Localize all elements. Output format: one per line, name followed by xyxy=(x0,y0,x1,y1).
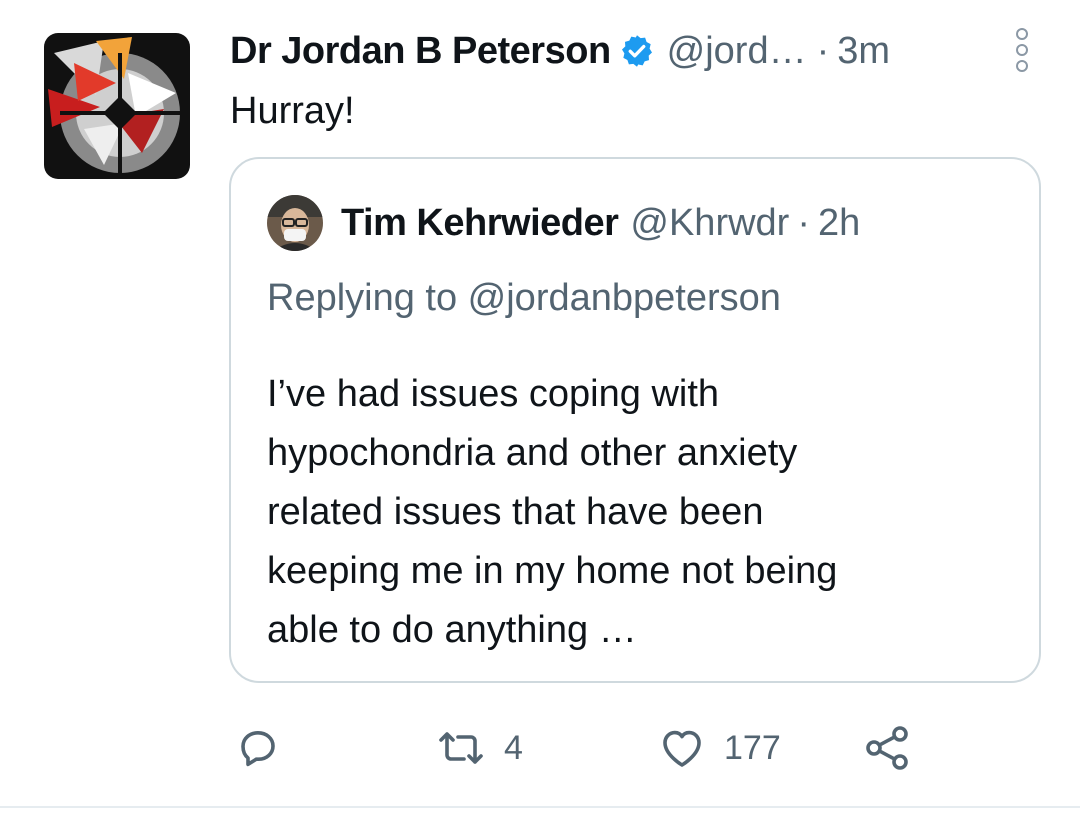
more-options-icon[interactable] xyxy=(1008,26,1036,74)
author-avatar[interactable] xyxy=(44,33,190,179)
heart-icon xyxy=(658,724,706,772)
quoted-tweet-timestamp[interactable]: 2h xyxy=(818,202,860,245)
user-avatar-photo[interactable] xyxy=(267,195,323,251)
separator-dot: · xyxy=(797,201,810,244)
share-icon xyxy=(862,724,912,772)
retweet-button[interactable]: 4 xyxy=(436,718,523,778)
quoted-text-line: I’ve had issues coping with xyxy=(267,373,720,415)
verified-badge-icon xyxy=(619,33,655,69)
like-button[interactable]: 177 xyxy=(658,718,781,778)
quoted-tweet-text: I’ve had issues coping with hypochondria… xyxy=(267,365,987,660)
reply-button[interactable] xyxy=(234,718,300,778)
quoted-author-name[interactable]: Tim Kehrwieder xyxy=(341,202,619,245)
tweet-timestamp[interactable]: 3m xyxy=(837,30,890,73)
quoted-tweet-card[interactable]: Tim Kehrwieder @Khrwdr · 2h Replying to … xyxy=(229,157,1041,683)
author-handle[interactable]: @jord… xyxy=(667,30,807,73)
quoted-text-line: related issues that have been xyxy=(267,491,764,533)
abstract-compass-logo-avatar xyxy=(44,33,190,179)
author-name[interactable]: Dr Jordan B Peterson xyxy=(230,30,611,73)
quoted-text-line: able to do anything … xyxy=(267,609,637,651)
tweet-text: Hurray! xyxy=(230,90,355,132)
quoted-text-line: hypochondria and other anxiety xyxy=(267,432,798,474)
retweet-count: 4 xyxy=(504,728,523,767)
tweet-header: Dr Jordan B Peterson @jord… · 3m xyxy=(230,28,890,74)
quoted-text-line: keeping me in my home not being xyxy=(267,550,838,592)
tweet[interactable]: Dr Jordan B Peterson @jord… · 3m Hurray! xyxy=(0,0,1080,806)
tweet-divider xyxy=(0,806,1080,808)
like-count: 177 xyxy=(724,728,781,767)
reply-icon xyxy=(234,724,282,772)
tweet-actions-bar: 4 177 xyxy=(0,718,1080,778)
retweet-icon xyxy=(436,724,486,772)
share-button[interactable] xyxy=(862,718,912,778)
replying-to-text[interactable]: Replying to @jordanbpeterson xyxy=(267,277,781,320)
quoted-tweet-header: Tim Kehrwieder @Khrwdr · 2h xyxy=(267,195,860,251)
separator-dot: · xyxy=(816,29,830,72)
quoted-author-handle[interactable]: @Khrwdr xyxy=(630,202,789,245)
